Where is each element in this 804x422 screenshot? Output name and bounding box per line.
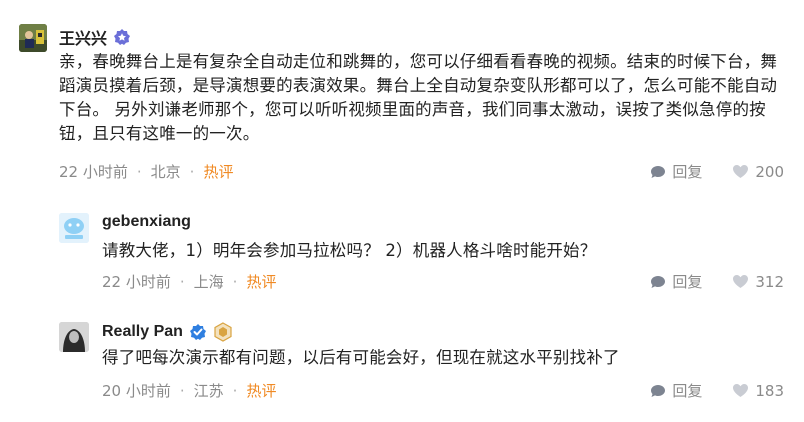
verified-badge-icon xyxy=(113,28,131,46)
hot-tag: 热评 xyxy=(203,163,234,181)
location: 江苏 xyxy=(193,382,224,400)
comment-text: 亲，春晚舞台上是有复杂全自动走位和跳舞的，您可以仔细看看春晚的视频。结束的时候下… xyxy=(59,52,778,143)
separator: · xyxy=(232,381,238,400)
level-badge-icon xyxy=(213,322,233,342)
comment-author[interactable]: Really Pan xyxy=(102,322,233,342)
separator: · xyxy=(189,162,195,181)
reply-icon xyxy=(651,275,666,288)
separator: · xyxy=(179,381,185,400)
timestamp: 22 小时前 xyxy=(59,163,128,181)
reply-button[interactable]: 回复 xyxy=(650,380,702,401)
heart-icon xyxy=(733,384,749,397)
timestamp: 22 小时前 xyxy=(102,273,171,291)
hot-tag: 热评 xyxy=(246,382,277,400)
comment-meta: 22 小时前 · 上海 · 热评 xyxy=(102,271,276,292)
comment-actions: 回复 200 xyxy=(650,161,784,182)
location: 北京 xyxy=(150,163,181,181)
like-count: 312 xyxy=(755,272,784,291)
reply-label: 回复 xyxy=(672,273,703,291)
comment-text: 得了吧每次演示都有问题，以后有可能会好，但现在就这水平别找补了 xyxy=(102,348,620,367)
separator: · xyxy=(136,162,142,181)
comment-author[interactable]: 王兴兴 xyxy=(59,25,131,49)
avatar[interactable] xyxy=(19,24,47,52)
heart-icon xyxy=(733,165,749,178)
comment-text: 请教大佬，1）明年会参加马拉松吗？ 2）机器人格斗啥时能开始？ xyxy=(102,241,597,260)
avatar[interactable] xyxy=(59,322,89,352)
like-button[interactable]: 200 xyxy=(732,163,784,181)
reply-label: 回复 xyxy=(672,382,703,400)
comment-meta: 22 小时前 · 北京 · 热评 xyxy=(59,161,233,182)
separator: · xyxy=(179,272,185,291)
reply-label: 回复 xyxy=(672,163,703,181)
like-button[interactable]: 312 xyxy=(732,273,784,291)
timestamp: 20 小时前 xyxy=(102,382,171,400)
like-count: 200 xyxy=(755,162,784,181)
heart-icon xyxy=(733,275,749,288)
username[interactable]: Really Pan xyxy=(102,323,183,341)
hot-tag: 热评 xyxy=(246,273,277,291)
separator: · xyxy=(232,272,238,291)
reply-icon xyxy=(651,384,666,397)
comment-actions: 回复 312 xyxy=(650,271,784,292)
verified-check-icon xyxy=(189,323,207,341)
username[interactable]: 王兴兴 xyxy=(59,25,107,49)
reply-button[interactable]: 回复 xyxy=(650,161,702,182)
comment-actions: 回复 183 xyxy=(650,380,784,401)
username[interactable]: gebenxiang xyxy=(102,213,191,231)
like-count: 183 xyxy=(755,381,784,400)
reply-icon xyxy=(651,165,666,178)
avatar[interactable] xyxy=(59,213,89,243)
reply-button[interactable]: 回复 xyxy=(650,271,702,292)
comment-meta: 20 小时前 · 江苏 · 热评 xyxy=(102,380,276,401)
like-button[interactable]: 183 xyxy=(732,382,784,400)
comment-author[interactable]: gebenxiang xyxy=(102,213,191,231)
location: 上海 xyxy=(193,273,224,291)
